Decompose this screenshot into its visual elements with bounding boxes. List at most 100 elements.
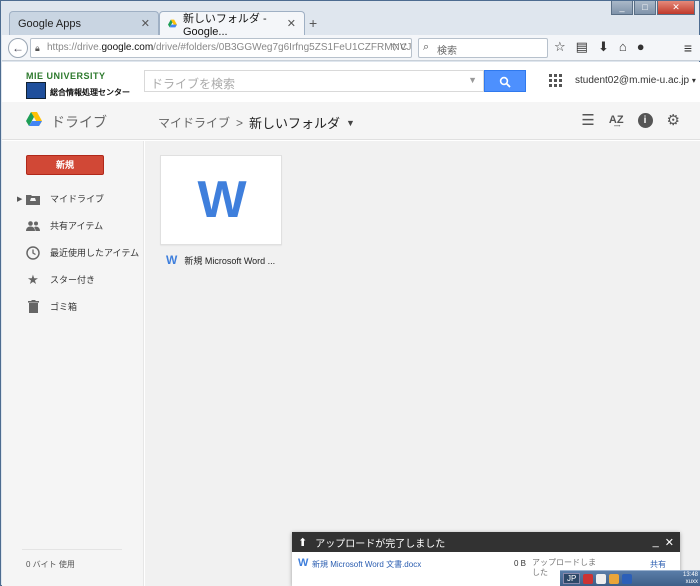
- sidebar-item-recent[interactable]: 最近使用したアイテム: [2, 239, 144, 266]
- sidebar-item-trash[interactable]: ゴミ箱: [2, 293, 144, 320]
- lock-icon: 🔒︎: [35, 43, 40, 53]
- people-icon: [26, 219, 40, 233]
- sidebar-nav: ▶ マイドライブ 共有アイテム 最近使用したアイテム ★ スター付き ゴミ箱: [2, 185, 144, 320]
- account-menu[interactable]: student02@m.mie-u.ac.jp ▾: [575, 75, 696, 86]
- chat-icon[interactable]: ●: [637, 39, 645, 55]
- search-icon: [499, 76, 511, 88]
- sort-icon[interactable]: A͢Z: [609, 114, 624, 126]
- drive-folder-icon: [26, 192, 40, 206]
- close-tab-icon[interactable]: ✕: [287, 17, 296, 30]
- browser-window: _ □ ✕ Google Apps ✕ 新しいフォルダ - Google... …: [0, 0, 700, 586]
- list-view-icon[interactable]: ☰: [581, 111, 594, 129]
- breadcrumb-separator-icon: >: [236, 115, 244, 130]
- logo-mark: [26, 82, 46, 99]
- sidebar-item-label: 共有アイテム: [50, 221, 104, 231]
- sidebar-item-label: スター付き: [50, 275, 96, 285]
- quota-divider: [22, 549, 122, 550]
- url-path: /drive/#folders/0B3GGWeg7g6Irfng5ZS1FeU1…: [153, 42, 412, 53]
- tab-drive-folder[interactable]: 新しいフォルダ - Google... ✕: [159, 11, 305, 38]
- tab-google-apps[interactable]: Google Apps ✕: [9, 11, 159, 35]
- new-button[interactable]: 新規: [26, 155, 104, 175]
- toolbar-icons: ☆ ▤ ⬇ ⌂ ●: [554, 39, 645, 55]
- url-prefix: https://drive.: [47, 42, 102, 53]
- url-bar[interactable]: 🔒︎ https://drive.google.com/drive/#folde…: [30, 38, 412, 58]
- file-area: W W 新規 Microsoft Word ...: [145, 141, 700, 586]
- chevron-down-icon: ▾: [691, 76, 696, 85]
- sidebar-item-shared[interactable]: 共有アイテム: [2, 212, 144, 239]
- account-email: student02@m.mie-u.ac.jp: [575, 75, 690, 86]
- upload-panel-controls: _ ✕: [653, 536, 680, 549]
- search-icon: ⌕: [423, 41, 430, 53]
- drive-page: MIE UNIVERSITY 総合情報処理センター ドライブを検索 ▼ stud…: [2, 62, 700, 586]
- logo-top-text: MIE UNIVERSITY: [26, 71, 106, 81]
- search-button[interactable]: [484, 70, 526, 92]
- sidebar: 新規 ▶ マイドライブ 共有アイテム 最近使用したアイテム ★ スター付き ゴミ…: [2, 141, 144, 586]
- breadcrumb-current-folder[interactable]: 新しいフォルダ: [249, 113, 340, 132]
- minimize-panel-icon[interactable]: _: [653, 536, 659, 549]
- ime-mode-icon[interactable]: [583, 573, 594, 584]
- hamburger-menu-icon[interactable]: ≡: [684, 40, 692, 56]
- trash-icon: [26, 300, 40, 314]
- url-dropdown-icon[interactable]: ▽ C: [391, 42, 407, 53]
- word-file-type-icon: W: [166, 253, 178, 267]
- search-options-dropdown-icon[interactable]: ▼: [468, 75, 477, 85]
- close-panel-icon[interactable]: ✕: [665, 536, 674, 549]
- file-title[interactable]: W 新規 Microsoft Word ...: [166, 253, 275, 267]
- breadcrumb: マイドライブ > 新しいフォルダ ▼: [158, 113, 355, 132]
- view-tools: ☰ A͢Z i ⚙: [581, 111, 680, 129]
- tray-app-icon[interactable]: [609, 573, 620, 584]
- close-tab-icon[interactable]: ✕: [141, 17, 150, 30]
- storage-quota: 0 バイト 使用: [26, 560, 75, 569]
- clock-icon: [26, 245, 40, 260]
- tab-label: 新しいフォルダ - Google...: [182, 12, 267, 38]
- upload-arrow-icon: ⬆: [298, 536, 308, 549]
- sidebar-item-starred[interactable]: ★ スター付き: [2, 266, 144, 293]
- folder-dropdown-icon[interactable]: ▼: [346, 118, 355, 128]
- upload-title: アップロードが完了しました: [315, 538, 446, 550]
- url-domain: google.com: [101, 42, 154, 53]
- browser-search-input[interactable]: ⌕ 検索: [418, 38, 548, 58]
- bookmark-star-icon[interactable]: ☆: [554, 39, 566, 55]
- help-icon[interactable]: [622, 573, 633, 584]
- info-icon[interactable]: i: [637, 112, 653, 128]
- sidebar-item-label: マイドライブ: [50, 194, 105, 204]
- sidebar-item-label: ゴミ箱: [50, 302, 78, 312]
- ime-kana-icon[interactable]: [596, 573, 607, 584]
- share-link[interactable]: 共有: [650, 559, 666, 570]
- tab-strip: Google Apps ✕ 新しいフォルダ - Google... ✕ +: [1, 9, 700, 38]
- home-icon[interactable]: ⌂: [619, 39, 627, 55]
- logo-name: 総合情報処理センター: [50, 88, 130, 97]
- sidebar-item-my-drive[interactable]: ▶ マイドライブ: [2, 185, 144, 212]
- drive-toolbar: ドライブ マイドライブ > 新しいフォルダ ▼ ☰ A͢Z i ⚙: [2, 102, 700, 140]
- uploaded-file-size: 0 B: [514, 559, 527, 568]
- expand-triangle-icon[interactable]: ▶: [17, 195, 22, 203]
- file-name-label: 新規 Microsoft Word ...: [184, 255, 276, 266]
- drive-search-input[interactable]: ドライブを検索 ▼: [144, 70, 484, 92]
- reading-list-icon[interactable]: ▤: [576, 39, 588, 55]
- system-tray: JP 13:48 xuxx: [560, 570, 700, 586]
- star-icon: ★: [27, 271, 39, 287]
- new-tab-button[interactable]: +: [309, 15, 317, 31]
- sidebar-item-label: 最近使用したアイテム: [50, 248, 140, 258]
- file-thumbnail[interactable]: W: [160, 155, 282, 245]
- uploaded-file-link[interactable]: 新規 Microsoft Word 文書.docx: [312, 559, 421, 570]
- browser-search-placeholder: 検索: [437, 46, 457, 57]
- settings-gear-icon[interactable]: ⚙: [667, 111, 680, 129]
- tray-clock: 13:48 xuxx: [682, 571, 698, 585]
- university-logo[interactable]: MIE UNIVERSITY 総合情報処理センター: [26, 71, 130, 99]
- drive-favicon-icon: [168, 19, 177, 28]
- apps-grid-icon[interactable]: [549, 74, 562, 87]
- google-bar: MIE UNIVERSITY 総合情報処理センター ドライブを検索 ▼ stud…: [2, 62, 700, 102]
- word-file-type-icon: W: [298, 557, 309, 569]
- navigation-bar: ← 🔒︎ https://drive.google.com/drive/#fol…: [2, 35, 700, 61]
- drive-app-label[interactable]: ドライブ: [51, 112, 107, 132]
- breadcrumb-root[interactable]: マイドライブ: [158, 114, 230, 131]
- drive-search-placeholder: ドライブを検索: [151, 77, 236, 91]
- ime-indicator[interactable]: JP: [563, 573, 581, 584]
- drive-logo-icon[interactable]: [26, 112, 42, 126]
- word-document-icon: W: [197, 171, 246, 229]
- tab-label: Google Apps: [18, 17, 81, 30]
- back-arrow-icon[interactable]: ←: [8, 38, 28, 58]
- upload-panel-header: ⬆ アップロードが完了しました _ ✕: [292, 532, 680, 552]
- download-icon[interactable]: ⬇: [598, 39, 609, 55]
